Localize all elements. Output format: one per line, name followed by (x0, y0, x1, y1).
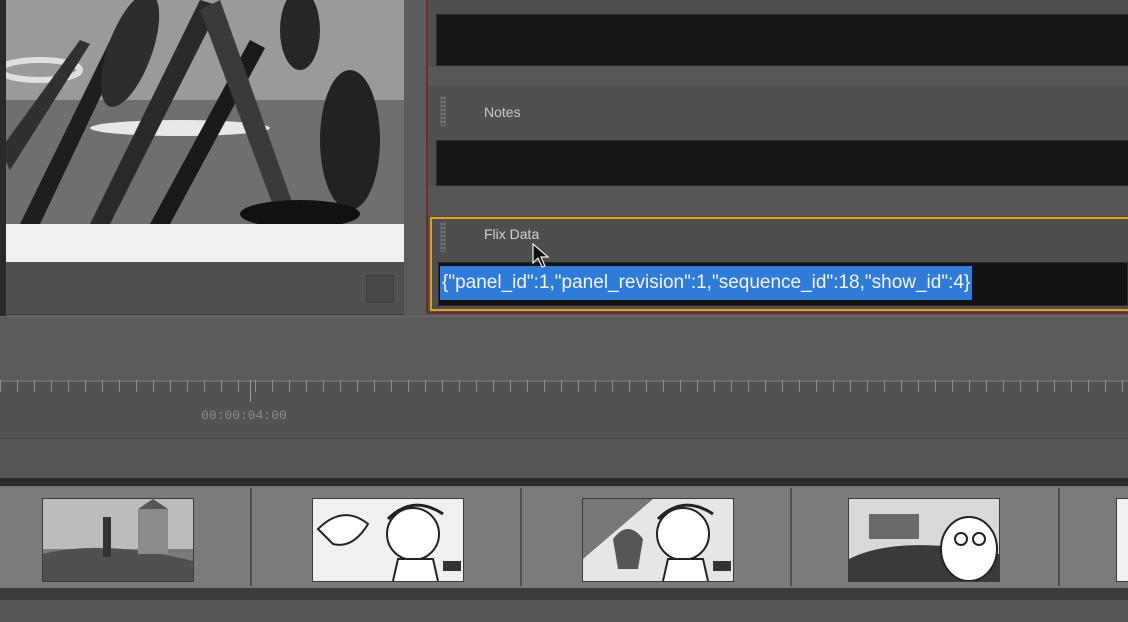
panel-clip[interactable] (0, 488, 252, 586)
panel-clip[interactable] (252, 488, 522, 586)
panel-clip[interactable] (792, 488, 1060, 586)
panel-thumbnail (312, 498, 464, 582)
panel-thumbnail (42, 498, 194, 582)
field-divider (428, 186, 1128, 216)
preview-toolbar (0, 262, 404, 315)
preview-caption-area (0, 224, 404, 262)
notes-label: Notes (484, 104, 521, 120)
ruler-major-tick (250, 380, 251, 402)
panel-preview-image (0, 0, 404, 224)
arrow-cursor-icon (532, 242, 552, 273)
timeline-header (0, 316, 1128, 381)
preview-checkbox[interactable] (366, 275, 394, 303)
notes-header (428, 88, 1128, 140)
notes-field[interactable] (436, 140, 1128, 186)
field-divider (428, 66, 1128, 86)
ruler-ticks (0, 380, 1128, 392)
timeline-footer (0, 600, 1128, 622)
panel-clip[interactable] (522, 488, 792, 586)
track-border (0, 588, 1128, 600)
flix-data-label: Flix Data (484, 226, 540, 242)
flix-data-selected-text[interactable]: {"panel_id":1,"panel_revision":1,"sequen… (440, 266, 973, 300)
drag-handle-icon[interactable] (440, 222, 446, 252)
panel-thumbnail (1116, 498, 1128, 582)
timeline-spacer (0, 438, 1128, 479)
drag-handle-icon[interactable] (440, 96, 446, 126)
dialogue-field[interactable] (436, 14, 1128, 66)
panel-clip[interactable] (1060, 488, 1128, 586)
panel-thumbnail (582, 498, 734, 582)
track-border (0, 478, 1128, 486)
timecode-label: 00:00:04:00 (201, 408, 287, 423)
panel-thumbnail (848, 498, 1000, 582)
